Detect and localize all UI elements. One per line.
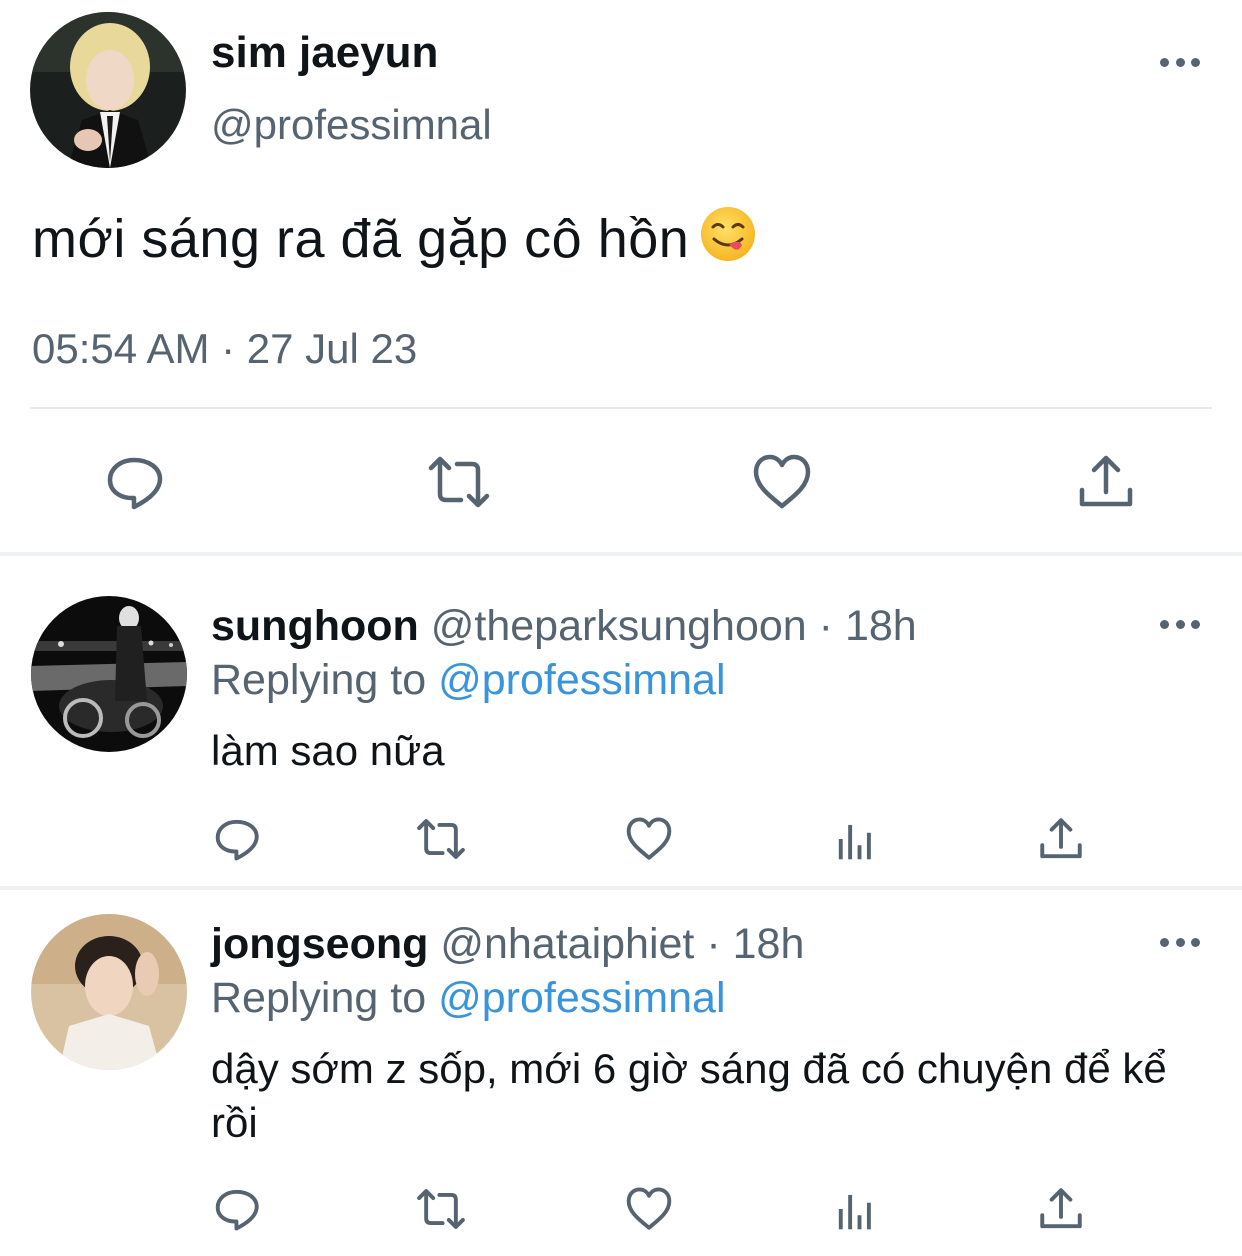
replying-to: Replying to @professimnal	[211, 656, 726, 705]
reply-header: sunghoon @theparksunghoon · 18h	[211, 602, 917, 651]
tweet-detail-page: sim jaeyun @professimnal mới sáng ra đã …	[0, 0, 1242, 1256]
replying-to-label: Replying to	[211, 974, 439, 1022]
reply-icon[interactable]	[104, 450, 168, 514]
replying-to-label: Replying to	[211, 656, 439, 704]
author-name[interactable]: sim jaeyun	[211, 28, 438, 78]
reply-tweet[interactable]: sunghoon @theparksunghoon · 18h Replying…	[0, 556, 1242, 886]
reply-time[interactable]: 18h	[733, 920, 805, 968]
separator-dot: ·	[818, 602, 833, 650]
tweet-text-content: mới sáng ra đã gặp cô hồn	[32, 209, 690, 269]
retweet-icon[interactable]	[416, 814, 466, 864]
analytics-icon[interactable]	[831, 814, 881, 864]
author-name[interactable]: jongseong	[211, 920, 428, 968]
tweet-text: mới sáng ra đã gặp cô hồn	[32, 205, 757, 270]
share-icon[interactable]	[1074, 450, 1138, 514]
reply-icon[interactable]	[213, 1184, 263, 1234]
reply-icon[interactable]	[213, 814, 263, 864]
avatar[interactable]	[31, 596, 187, 752]
mention-link[interactable]: @professimnal	[438, 656, 725, 704]
reply-text: dậy sớm z sốp, mới 6 giờ sáng đã có chuy…	[211, 1045, 1167, 1146]
author-handle[interactable]: @theparksunghoon	[431, 602, 807, 650]
tweet-timestamp[interactable]: 05:54 AM · 27 Jul 23	[32, 325, 417, 373]
avatar[interactable]	[31, 914, 187, 1070]
share-icon[interactable]	[1036, 814, 1086, 864]
reply-header: jongseong @nhataiphiet · 18h	[211, 920, 804, 969]
reply-time[interactable]: 18h	[845, 602, 917, 650]
replying-to: Replying to @professimnal	[211, 974, 726, 1023]
separator-dot: ·	[706, 920, 721, 968]
like-icon[interactable]	[624, 814, 674, 864]
like-icon[interactable]	[750, 450, 814, 514]
share-icon[interactable]	[1036, 1184, 1086, 1234]
more-options-icon[interactable]	[1160, 612, 1200, 636]
divider	[30, 407, 1212, 409]
more-options-icon[interactable]	[1160, 50, 1200, 74]
more-options-icon[interactable]	[1160, 930, 1200, 954]
analytics-icon[interactable]	[831, 1184, 881, 1234]
author-handle[interactable]: @professimnal	[211, 101, 492, 149]
retweet-icon[interactable]	[427, 450, 491, 514]
like-icon[interactable]	[624, 1184, 674, 1234]
reply-tweet[interactable]: jongseong @nhataiphiet · 18h Replying to…	[0, 890, 1242, 1256]
face-savoring-food-emoji	[699, 205, 757, 263]
reply-text: làm sao nữa	[211, 727, 445, 774]
mention-link[interactable]: @professimnal	[438, 974, 725, 1022]
main-tweet: sim jaeyun @professimnal mới sáng ra đã …	[0, 0, 1242, 553]
author-name[interactable]: sunghoon	[211, 602, 419, 650]
author-handle[interactable]: @nhataiphiet	[440, 920, 694, 968]
avatar[interactable]	[30, 12, 186, 168]
retweet-icon[interactable]	[416, 1184, 466, 1234]
